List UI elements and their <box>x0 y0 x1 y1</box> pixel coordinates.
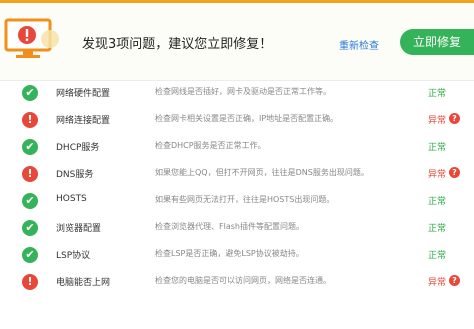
exclamation-icon: ! <box>22 166 38 182</box>
check-icon: ✔ <box>22 247 38 263</box>
check-item-name: 网络硬件配置 <box>56 89 111 99</box>
repair-now-button[interactable]: 立即修复 <box>400 29 474 55</box>
check-row: ! DNS服务 如果您能上QQ，但打不开网页，往往是DNS服务出现问题。 异常 … <box>0 161 474 188</box>
check-item-name: HOSTS <box>56 194 87 204</box>
check-item-description: 检查您的电脑是否可以访问网页，网络是否连通。 <box>155 276 331 285</box>
page-title: 发现3项问题，建议您立即修复！ <box>82 37 273 52</box>
check-item-name: LSP协议 <box>56 251 91 261</box>
status-label: 正常 <box>428 197 447 207</box>
check-icon: ✔ <box>22 85 38 101</box>
question-mark-icon[interactable]: ? <box>449 113 460 124</box>
status-label: 正常 <box>428 89 447 99</box>
check-item-name: 网络连接配置 <box>56 116 111 126</box>
status-label: 异常 <box>428 278 447 288</box>
check-icon: ✔ <box>22 220 38 236</box>
check-item-description: 检查LSP是否正确，避免LSP协议被劫持。 <box>155 249 304 258</box>
status-label: 正常 <box>428 143 447 153</box>
status-label: 异常 <box>428 170 447 180</box>
question-mark-icon[interactable]: ? <box>449 275 460 286</box>
status-label: 正常 <box>428 251 447 261</box>
check-row: ✔ 网络硬件配置 检查网线是否插好，网卡及驱动是否正常工作等。 正常 <box>0 80 474 107</box>
check-list: ✔ 网络硬件配置 检查网线是否插好，网卡及驱动是否正常工作等。 正常 ! 网络连… <box>0 80 474 296</box>
exclamation-icon: ! <box>22 274 38 290</box>
check-item-description: 检查浏览器代理、Flash插件等配置问题。 <box>155 222 304 231</box>
check-item-name: 浏览器配置 <box>56 224 102 234</box>
check-item-name: 电脑能否上网 <box>56 278 111 288</box>
monitor-alert-icon <box>4 18 59 58</box>
check-item-name: DNS服务 <box>56 170 94 180</box>
check-item-description: 检查DHCP服务是否正常工作。 <box>155 141 266 150</box>
header: 发现3项问题，建议您立即修复！ 重新检查 立即修复 <box>0 3 474 81</box>
check-row: ! 电脑能否上网 检查您的电脑是否可以访问网页，网络是否连通。 异常 ? <box>0 269 474 296</box>
exclamation-icon: ! <box>22 112 38 128</box>
check-icon: ✔ <box>22 193 38 209</box>
check-item-description: 如果您能上QQ，但打不开网页，往往是DNS服务出现问题。 <box>155 168 369 177</box>
question-mark-icon[interactable]: ? <box>449 167 460 178</box>
status-label: 正常 <box>428 224 447 234</box>
check-row: ! 网络连接配置 检查网卡相关设置是否正确，IP地址是否配置正确。 异常 ? <box>0 107 474 134</box>
check-item-description: 如果有些网页无法打开，往往是HOSTS出现问题。 <box>155 195 335 204</box>
check-item-name: DHCP服务 <box>56 143 100 153</box>
check-row: ✔ HOSTS 如果有些网页无法打开，往往是HOSTS出现问题。 正常 <box>0 188 474 215</box>
recheck-link[interactable]: 重新检查 <box>339 37 379 52</box>
check-row: ✔ DHCP服务 检查DHCP服务是否正常工作。 正常 <box>0 134 474 161</box>
status-label: 异常 <box>428 116 447 126</box>
check-row: ✔ 浏览器配置 检查浏览器代理、Flash插件等配置问题。 正常 <box>0 215 474 242</box>
check-row: ✔ LSP协议 检查LSP是否正确，避免LSP协议被劫持。 正常 <box>0 242 474 269</box>
check-item-description: 检查网卡相关设置是否正确，IP地址是否配置正确。 <box>155 114 339 123</box>
check-item-description: 检查网线是否插好，网卡及驱动是否正常工作等。 <box>155 87 331 96</box>
check-icon: ✔ <box>22 139 38 155</box>
